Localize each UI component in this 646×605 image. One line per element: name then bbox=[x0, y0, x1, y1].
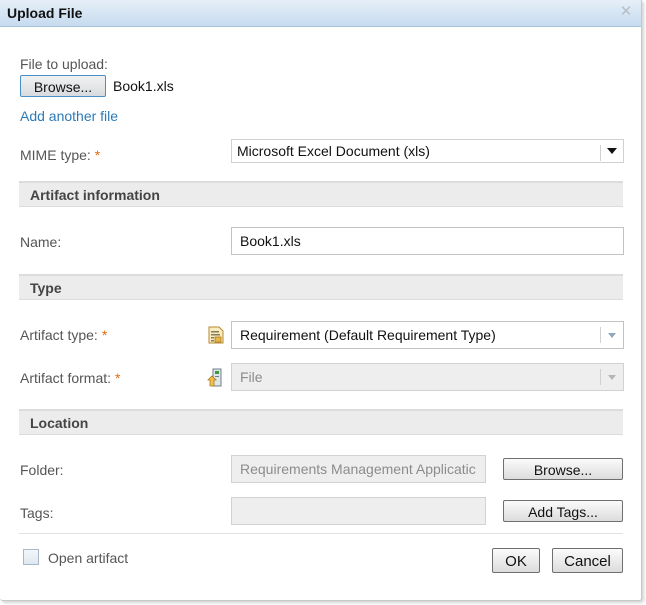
name-input-value: Book1.xls bbox=[240, 233, 301, 249]
required-marker: * bbox=[94, 147, 101, 163]
dialog-titlebar[interactable]: Upload File ✕ bbox=[0, 0, 641, 27]
close-icon[interactable]: ✕ bbox=[619, 4, 633, 19]
folder-input: Requirements Management Applicatic bbox=[231, 455, 486, 483]
name-label: Name: bbox=[20, 234, 62, 250]
artifact-format-label-text: Artifact format: bbox=[20, 370, 112, 386]
chevron-down-icon[interactable] bbox=[600, 140, 623, 162]
folder-label: Folder: bbox=[20, 462, 64, 478]
footer-divider bbox=[19, 533, 623, 534]
folder-value: Requirements Management Applicatic bbox=[240, 461, 476, 477]
section-header: Artifact information bbox=[30, 187, 160, 203]
selected-file-name: Book1.xls bbox=[113, 78, 174, 94]
cancel-button[interactable]: Cancel bbox=[552, 548, 623, 573]
section-location: Location bbox=[19, 409, 623, 435]
add-another-file-link[interactable]: Add another file bbox=[20, 108, 118, 124]
dialog-title: Upload File bbox=[7, 5, 83, 21]
section-header: Type bbox=[30, 280, 62, 296]
open-artifact-checkbox[interactable] bbox=[23, 549, 39, 565]
section-header: Location bbox=[30, 415, 89, 431]
artifact-type-label: Artifact type: * bbox=[20, 327, 107, 343]
file-to-upload-label: File to upload: bbox=[20, 56, 108, 72]
chevron-down-icon[interactable] bbox=[600, 364, 623, 390]
artifact-format-label: Artifact format: * bbox=[20, 370, 120, 386]
ok-button[interactable]: OK bbox=[492, 548, 540, 573]
required-marker: * bbox=[101, 327, 108, 343]
file-format-icon bbox=[207, 368, 223, 391]
tags-input bbox=[231, 497, 486, 525]
required-marker: * bbox=[115, 370, 121, 386]
mime-type-label: MIME type: * bbox=[20, 147, 100, 163]
artifact-format-select[interactable]: File bbox=[231, 363, 624, 391]
upload-file-dialog: Upload File ✕ File to upload: Browse... … bbox=[0, 0, 642, 601]
name-input[interactable]: Book1.xls bbox=[231, 227, 624, 255]
section-type: Type bbox=[19, 274, 623, 300]
artifact-format-value: File bbox=[240, 369, 263, 385]
artifact-type-value: Requirement (Default Requirement Type) bbox=[240, 327, 496, 343]
browse-folder-button[interactable]: Browse... bbox=[503, 458, 623, 480]
mime-type-select[interactable]: Microsoft Excel Document (xls) bbox=[231, 139, 624, 163]
artifact-type-select[interactable]: Requirement (Default Requirement Type) bbox=[231, 321, 624, 349]
requirement-document-icon bbox=[208, 326, 224, 347]
chevron-down-icon[interactable] bbox=[600, 322, 623, 348]
browse-file-button[interactable]: Browse... bbox=[20, 75, 106, 97]
artifact-type-label-text: Artifact type: bbox=[20, 327, 98, 343]
mime-type-value: Microsoft Excel Document (xls) bbox=[237, 143, 430, 159]
tags-label: Tags: bbox=[20, 505, 54, 521]
open-artifact-label[interactable]: Open artifact bbox=[48, 550, 128, 566]
mime-type-label-text: MIME type: bbox=[20, 147, 91, 163]
add-tags-button[interactable]: Add Tags... bbox=[503, 500, 623, 522]
section-artifact-information: Artifact information bbox=[19, 181, 623, 207]
